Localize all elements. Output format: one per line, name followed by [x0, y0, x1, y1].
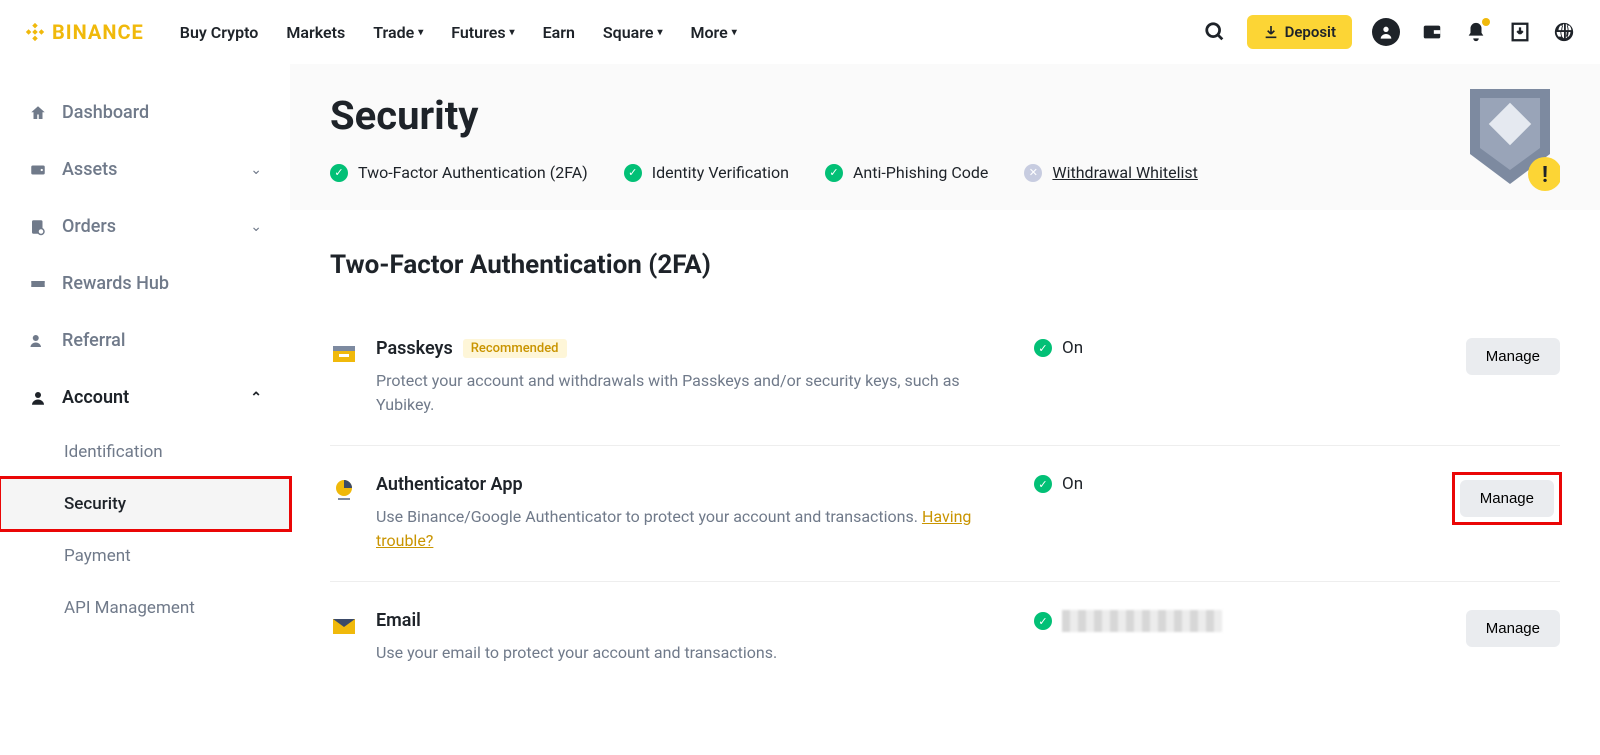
downloads-icon[interactable] [1508, 20, 1532, 44]
row-title-text: Passkeys [376, 338, 453, 359]
row-desc: Use your email to protect your account a… [376, 641, 1016, 665]
home-icon [28, 103, 48, 123]
x-icon: ✕ [1024, 164, 1042, 182]
header-actions: Deposit [1203, 15, 1576, 49]
nav-trade[interactable]: Trade▾ [373, 23, 423, 42]
check-icon: ✓ [825, 164, 843, 182]
sidebar-sub-api-management[interactable]: API Management [0, 582, 290, 634]
sidebar-item-dashboard[interactable]: Dashboard [0, 84, 290, 141]
check-icon: ✓ [1034, 612, 1052, 630]
sidebar: Dashboard Assets ⌄ Orders ⌄ Rewards Hub … [0, 64, 290, 733]
status-row: ✓Two-Factor Authentication (2FA) ✓Identi… [330, 163, 1560, 182]
sidebar-item-rewards-hub[interactable]: Rewards Hub [0, 255, 290, 312]
chevron-down-icon: ▾ [418, 27, 423, 38]
page-title: Security [330, 92, 1560, 139]
person-add-icon [28, 331, 48, 351]
row-passkeys: Passkeys Recommended Protect your account… [330, 310, 1560, 446]
notifications-icon[interactable] [1464, 20, 1488, 44]
globe-icon[interactable] [1552, 20, 1576, 44]
nav-markets[interactable]: Markets [286, 23, 345, 42]
chevron-down-icon: ⌄ [250, 219, 262, 235]
download-icon [1263, 24, 1279, 40]
recommended-badge: Recommended [463, 339, 567, 358]
chevron-down-icon: ⌄ [250, 162, 262, 178]
sidebar-item-account[interactable]: Account ⌃ [0, 369, 290, 426]
chevron-up-icon: ⌃ [250, 390, 262, 406]
page-hero: Security ✓Two-Factor Authentication (2FA… [290, 64, 1600, 210]
sidebar-sub-identification[interactable]: Identification [0, 426, 290, 478]
row-status: ✓On [1034, 338, 1254, 358]
main-content: Security ✓Two-Factor Authentication (2FA… [290, 64, 1600, 733]
svg-text:!: ! [1542, 163, 1548, 188]
status-withdrawal-whitelist[interactable]: ✕Withdrawal Whitelist [1024, 163, 1197, 182]
check-icon: ✓ [1034, 475, 1052, 493]
row-desc: Use Binance/Google Authenticator to prot… [376, 507, 918, 526]
sidebar-item-referral[interactable]: Referral [0, 312, 290, 369]
person-icon [28, 388, 48, 408]
check-icon: ✓ [624, 164, 642, 182]
row-authenticator: Authenticator App Use Binance/Google Aut… [330, 446, 1560, 582]
nav-earn[interactable]: Earn [543, 23, 575, 42]
manage-authenticator-button[interactable]: Manage [1460, 480, 1554, 517]
chevron-down-icon: ▾ [657, 27, 662, 38]
content-area: Two-Factor Authentication (2FA) Passkeys… [290, 210, 1600, 733]
deposit-button[interactable]: Deposit [1247, 15, 1352, 49]
sidebar-item-assets[interactable]: Assets ⌄ [0, 141, 290, 198]
brand-text: BINANCE [52, 20, 144, 44]
nav-more[interactable]: More▾ [690, 23, 736, 42]
redacted-email [1062, 610, 1222, 632]
section-title: Two-Factor Authentication (2FA) [330, 250, 1560, 280]
profile-icon[interactable] [1372, 18, 1400, 46]
security-shield-badge: ! [1460, 84, 1560, 198]
manage-passkeys-button[interactable]: Manage [1466, 338, 1560, 375]
nav-square[interactable]: Square▾ [603, 23, 663, 42]
ticket-icon [28, 274, 48, 294]
chevron-down-icon: ▾ [732, 27, 737, 38]
row-email: Email Use your email to protect your acc… [330, 582, 1560, 693]
sidebar-sub-payment[interactable]: Payment [0, 530, 290, 582]
check-icon: ✓ [330, 164, 348, 182]
status-2fa: ✓Two-Factor Authentication (2FA) [330, 163, 588, 182]
row-status: ✓On [1034, 474, 1254, 494]
sidebar-item-orders[interactable]: Orders ⌄ [0, 198, 290, 255]
row-title-text: Authenticator App [376, 474, 523, 495]
email-icon [330, 612, 358, 640]
notification-dot [1482, 18, 1490, 26]
row-title-text: Email [376, 610, 421, 631]
status-identity: ✓Identity Verification [624, 163, 789, 182]
status-antiphishing: ✓Anti-Phishing Code [825, 163, 988, 182]
brand-logo[interactable]: BINANCE [24, 20, 144, 44]
sidebar-sub-security[interactable]: Security [0, 478, 290, 530]
manage-email-button[interactable]: Manage [1466, 610, 1560, 647]
wallet-icon [28, 160, 48, 180]
orders-icon [28, 217, 48, 237]
chevron-down-icon: ▾ [510, 27, 515, 38]
search-icon[interactable] [1203, 20, 1227, 44]
authenticator-icon [330, 476, 358, 504]
check-icon: ✓ [1034, 339, 1052, 357]
nav-futures[interactable]: Futures▾ [451, 23, 514, 42]
row-status: ✓ [1034, 610, 1254, 632]
wallet-icon[interactable] [1420, 20, 1444, 44]
row-desc: Protect your account and withdrawals wit… [376, 369, 1016, 417]
binance-icon [24, 21, 46, 43]
main-nav: Buy Crypto Markets Trade▾ Futures▾ Earn … [180, 23, 737, 42]
top-header: BINANCE Buy Crypto Markets Trade▾ Future… [0, 0, 1600, 64]
nav-buy-crypto[interactable]: Buy Crypto [180, 23, 259, 42]
passkeys-icon [330, 340, 358, 368]
